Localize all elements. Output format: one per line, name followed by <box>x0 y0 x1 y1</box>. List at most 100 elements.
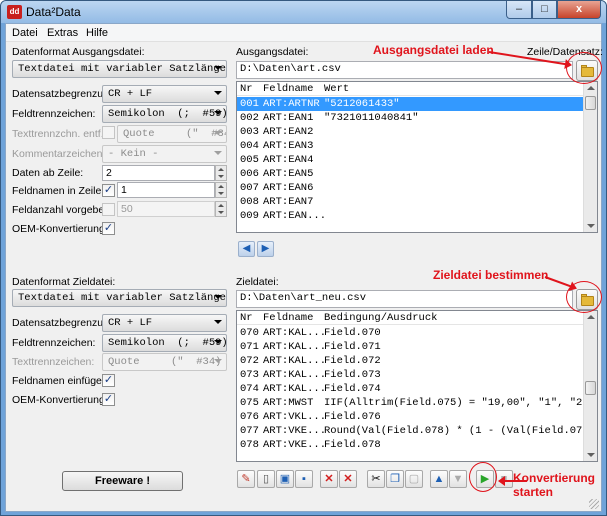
minimize-button[interactable]: – <box>506 1 532 19</box>
close-button[interactable]: x <box>557 1 601 19</box>
source-field-names-checkbox[interactable]: ✓ <box>102 184 115 197</box>
move-down-button[interactable]: ▼ <box>449 470 467 488</box>
table-row[interactable]: 078 ART:VKE... Field.078 <box>237 438 585 452</box>
source-oem-checkbox[interactable]: ✓ <box>102 222 115 235</box>
target-file-label: Zieldatei: <box>236 276 279 288</box>
source-comment-select[interactable]: - Kein - <box>102 145 227 163</box>
menu-extras[interactable]: Extras <box>47 27 78 39</box>
target-text-sep-label: Texttrennzeichen: <box>12 356 95 368</box>
arrow-up-icon: ▲ <box>433 473 445 485</box>
target-field-sep-select[interactable]: Semikolon (; #59) <box>102 334 227 352</box>
menu-datei[interactable]: Datei <box>12 27 38 39</box>
move-up-button[interactable]: ▲ <box>430 470 448 488</box>
source-field-names-spinner[interactable] <box>215 182 227 198</box>
new-document-icon: ▯ <box>262 473 270 485</box>
arrow-left-icon: ◀ <box>242 243 251 254</box>
target-file-input[interactable]: D:\Daten\art_neu.csv <box>236 290 573 308</box>
table-row[interactable]: 004 ART:EAN3 <box>237 139 585 153</box>
delete-all-button[interactable]: ✕ <box>339 470 357 488</box>
table-row[interactable]: 007 ART:EAN6 <box>237 181 585 195</box>
source-text-sep-label: Texttrennzchn. entf.: <box>12 128 107 140</box>
source-field-count-spinner[interactable] <box>215 201 227 217</box>
col-header-ausdruck[interactable]: Bedingung/Ausdruck <box>324 311 437 325</box>
save-button[interactable]: ▪ <box>295 470 313 488</box>
source-field-names-input[interactable]: 1 <box>117 182 215 198</box>
source-field-count-input[interactable]: 50 <box>117 201 215 217</box>
table-row[interactable]: 005 ART:EAN4 <box>237 153 585 167</box>
target-text-sep-select[interactable]: Quote (" #34) <box>102 353 227 371</box>
magic-wand-icon: ✎ <box>241 473 251 485</box>
next-record-button[interactable]: ▶ <box>257 241 274 257</box>
cut-icon: ✂ <box>371 473 381 485</box>
col-header-wert[interactable]: Wert <box>324 82 349 96</box>
source-grid-scrollbar[interactable] <box>583 82 597 232</box>
col-header-nr[interactable]: Nr <box>240 311 253 325</box>
table-row[interactable]: 002 ART:EAN1 "7321011040841" <box>237 111 585 125</box>
save-icon: ▪ <box>302 473 306 485</box>
target-grid-scrollbar[interactable] <box>583 311 597 461</box>
table-row[interactable]: 074 ART:KAL... Field.074 <box>237 382 585 396</box>
table-row[interactable]: 009 ART:EAN... <box>237 209 585 223</box>
target-field-grid[interactable]: Nr Feldname Bedingung/Ausdruck 070 ART:KA… <box>236 310 598 462</box>
source-field-sep-select[interactable]: Semikolon (; #59) <box>102 105 227 123</box>
col-header-feldname[interactable]: Feldname <box>263 311 313 325</box>
source-format-label: Datenformat Ausgangsdatei: <box>12 46 145 58</box>
table-row[interactable]: 070 ART:KAL... Field.070 <box>237 326 585 340</box>
source-text-sep-checkbox[interactable] <box>102 126 115 139</box>
annotation-circle <box>469 462 497 492</box>
table-row[interactable]: 073 ART:KAL... Field.073 <box>237 368 585 382</box>
table-row[interactable]: 001 ART:ARTNR "5212061433" <box>237 97 585 111</box>
paste-icon: ▢ <box>408 473 420 485</box>
source-data-from-spinner[interactable] <box>215 165 227 181</box>
target-record-delim-select[interactable]: CR + LF <box>102 314 227 332</box>
source-text-sep-select[interactable]: Quote (" #34) <box>117 125 227 143</box>
arrow-down-icon: ▼ <box>452 473 464 485</box>
target-grid-header: Nr Feldname Bedingung/Ausdruck <box>237 311 597 325</box>
table-row[interactable]: 006 ART:EAN5 <box>237 167 585 181</box>
col-header-nr[interactable]: Nr <box>240 82 253 96</box>
source-field-grid[interactable]: Nr Feldname Wert 001 ART:ARTNR "5212061433… <box>236 81 598 233</box>
annotation-circle <box>566 52 602 84</box>
target-field-names-label: Feldnamen einfügen: <box>12 375 111 387</box>
table-row[interactable]: 075 ART:MWST IIF(Alltrim(Field.075) = "19,… <box>237 396 595 410</box>
new-button[interactable]: ▯ <box>257 470 275 488</box>
menu-bar: Datei Extras Hilfe <box>6 24 601 42</box>
col-header-feldname[interactable]: Feldname <box>263 82 313 96</box>
table-row[interactable]: 072 ART:KAL... Field.072 <box>237 354 585 368</box>
source-data-from-label: Daten ab Zeile: <box>12 167 84 179</box>
delete-button[interactable]: ✕ <box>320 470 338 488</box>
source-record-delim-select[interactable]: CR + LF <box>102 85 227 103</box>
source-field-count-checkbox[interactable] <box>102 203 115 216</box>
annotation-start-conversion: Konvertierung starten <box>513 471 596 499</box>
target-oem-checkbox[interactable]: ✓ <box>102 393 115 406</box>
paste-button[interactable]: ▢ <box>405 470 423 488</box>
freeware-button[interactable]: Freeware ! <box>62 471 183 491</box>
table-row[interactable]: 076 ART:VKL... Field.076 <box>237 410 585 424</box>
table-row[interactable]: 071 ART:KAL... Field.071 <box>237 340 585 354</box>
resize-grip[interactable] <box>589 499 599 509</box>
title-bar[interactable]: dd Data²Data – □ x <box>1 1 606 23</box>
open-icon: ▣ <box>279 473 291 485</box>
source-field-names-label: Feldnamen in Zeile: <box>12 185 105 197</box>
copy-icon: ❐ <box>390 473 400 485</box>
copy-button[interactable]: ❐ <box>386 470 404 488</box>
source-data-from-input[interactable]: 2 <box>102 165 215 181</box>
table-row[interactable]: 077 ART:VKE... Round(Val(Field.078) * (1 -… <box>237 424 595 438</box>
arrow-right-icon: ▶ <box>261 243 270 254</box>
cut-button[interactable]: ✂ <box>367 470 385 488</box>
open-button[interactable]: ▣ <box>276 470 294 488</box>
table-row[interactable]: 003 ART:EAN2 <box>237 125 585 139</box>
scroll-thumb[interactable] <box>585 96 596 110</box>
wizard-button[interactable]: ✎ <box>237 470 255 488</box>
target-field-names-checkbox[interactable]: ✓ <box>102 374 115 387</box>
maximize-button[interactable]: □ <box>532 1 557 19</box>
table-row[interactable]: 008 ART:EAN7 <box>237 195 585 209</box>
annotation-load-source: Ausgangsdatei laden <box>373 43 494 57</box>
target-format-select[interactable]: Textdatei mit variabler Satzlänge <box>12 289 227 307</box>
scroll-thumb[interactable] <box>585 381 596 395</box>
menu-hilfe[interactable]: Hilfe <box>86 27 108 39</box>
source-format-select[interactable]: Textdatei mit variabler Satzlänge <box>12 60 227 78</box>
source-comment-label: Kommentarzeichen: <box>12 148 106 160</box>
source-file-input[interactable]: D:\Daten\art.csv <box>236 61 573 79</box>
prev-record-button[interactable]: ◀ <box>238 241 255 257</box>
